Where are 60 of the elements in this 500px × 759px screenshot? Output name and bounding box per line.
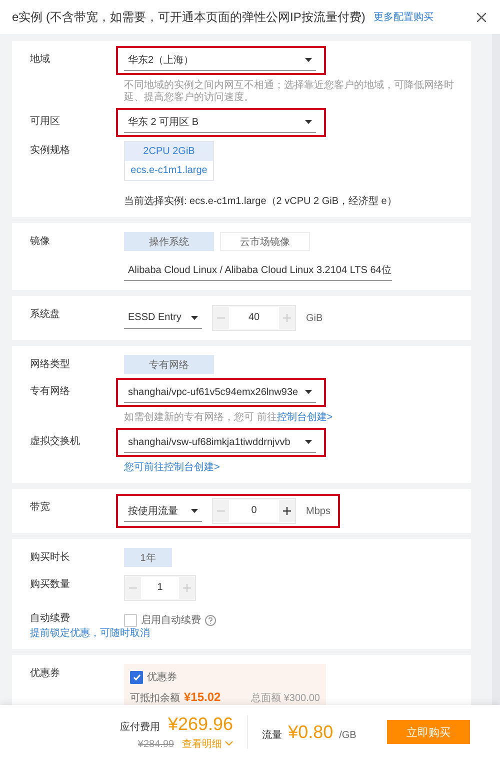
option-tab[interactable]: 操作系统	[124, 232, 214, 251]
field-label: 镜像	[30, 236, 50, 248]
option-tab[interactable]: 1年	[124, 548, 172, 567]
unit-label: GiB	[306, 312, 323, 324]
field-label: 专有网络	[30, 386, 70, 398]
field-label: 虚拟交换机	[30, 436, 80, 448]
field-label: 系统盘	[30, 309, 60, 321]
total-price: ¥269.96	[168, 714, 234, 734]
option-tab[interactable]: 专有网络	[124, 355, 214, 374]
traffic-price: ¥0.80	[288, 722, 334, 742]
close-icon[interactable]	[477, 12, 486, 22]
dropdown[interactable]: Alibaba Cloud Linux / Alibaba Cloud Linux 3.2104 LTS 64位	[124, 260, 392, 281]
dropdown[interactable]: ESSD Entry	[124, 308, 202, 328]
selected-instance-text: 当前选择实例: ecs.e-c1m1.large（2 vCPU 2 GiB，经济型 e）	[124, 196, 397, 208]
checkbox-label: 优惠券	[147, 670, 177, 684]
spec-type: ecs.e-c1m1.large	[130, 164, 208, 178]
traffic-label: 流量	[262, 728, 282, 742]
spec-card[interactable]: 2CPU 2GiB ecs.e-c1m1.large	[124, 141, 214, 181]
caret-icon	[305, 58, 312, 62]
dropdown[interactable]: 华东 2 可用区 B	[124, 112, 316, 133]
field-label: 可用区	[30, 116, 60, 128]
field-label: 自动续费	[30, 613, 70, 625]
dropdown[interactable]: shanghai/vpc-uf61v5c94emx26lnw93e	[124, 382, 316, 403]
checkbox[interactable]	[130, 670, 143, 684]
field-label: 优惠券	[30, 668, 60, 680]
cost-label: 应付费用	[120, 720, 160, 734]
renew-link[interactable]: 提前锁定优惠，可随时取消	[30, 628, 150, 640]
field-label: 带宽	[30, 502, 50, 514]
caret-icon	[305, 440, 312, 444]
traffic-unit: /GB	[339, 730, 356, 740]
dialog-title: e实例 (不含带宽，如需要，可开通本页面的弹性公网IP按流量付费)	[12, 8, 366, 26]
field-label: 购买数量	[30, 579, 70, 591]
option-tab[interactable]: 云市场镜像	[220, 232, 310, 251]
total-amount: 总面额 ¥300.00	[251, 692, 320, 705]
original-price: ¥284.99	[138, 738, 174, 750]
balance-amount: ¥15.02	[184, 690, 221, 704]
caret-icon	[191, 316, 198, 320]
console-link[interactable]: 控制台创建>	[276, 412, 333, 423]
dropdown[interactable]: shanghai/vsw-uf68imkja1tiwddrnjvvb	[124, 432, 316, 453]
console-link[interactable]: 您可前往控制台创建>	[124, 462, 220, 473]
spec-size: 2CPU 2GiB	[125, 142, 213, 161]
caret-icon	[305, 120, 312, 124]
chevron-down-icon	[225, 741, 234, 746]
field-label: 网络类型	[30, 359, 70, 371]
dropdown[interactable]: 按使用流量	[124, 500, 202, 522]
caret-icon	[305, 390, 312, 394]
hint-text: 如需创建新的专有网络，您可 前往	[124, 412, 277, 423]
checkbox-label: 启用自动续费	[141, 614, 201, 627]
field-label: 实例规格	[30, 145, 70, 157]
balance-label: 可抵扣余额	[130, 692, 180, 705]
dropdown[interactable]: 华东2（上海）	[124, 50, 316, 71]
hint-text: 不同地域的实例之间内网互不相通；选择靠近您客户的地域，可降低网络时延、提高您客户的访问速度。	[124, 80, 455, 104]
unit-label: Mbps	[306, 506, 330, 516]
help-icon[interactable]	[205, 614, 216, 626]
field-label: 购买时长	[30, 552, 70, 564]
more-config-link[interactable]: 更多配置购买	[373, 10, 434, 24]
caret-icon	[191, 508, 198, 512]
check-icon	[132, 674, 140, 680]
checkbox[interactable]	[124, 614, 137, 626]
field-label: 地域	[30, 54, 50, 66]
